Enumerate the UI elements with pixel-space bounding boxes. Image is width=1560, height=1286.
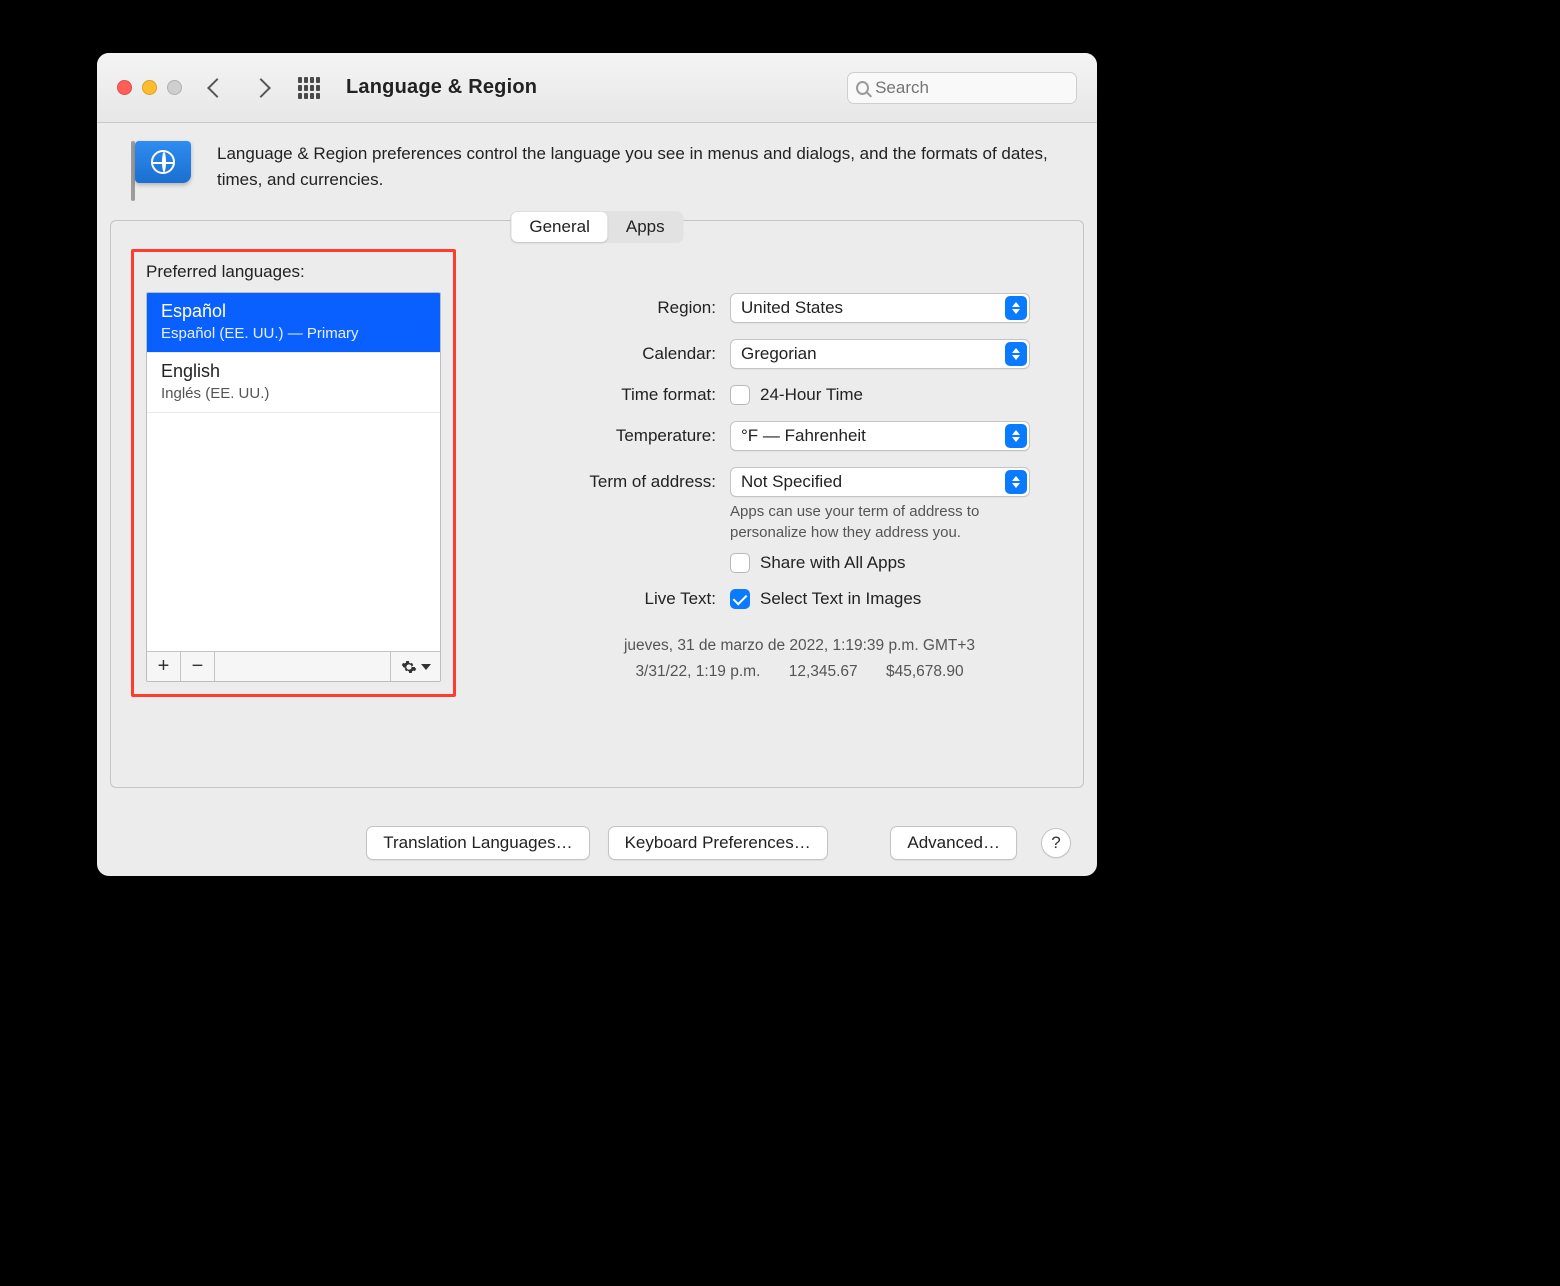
- search-field[interactable]: [847, 72, 1077, 104]
- temperature-label: Temperature:: [536, 426, 716, 446]
- general-pane: Preferred languages: Español Español (EE…: [97, 229, 1097, 711]
- sample-number: 12,345.67: [789, 663, 858, 680]
- language-name: Español: [161, 301, 426, 322]
- language-subtitle: Inglés (EE. UU.): [161, 385, 426, 402]
- live-text-option-label: Select Text in Images: [760, 589, 921, 609]
- language-item[interactable]: Español Español (EE. UU.) — Primary: [147, 293, 440, 353]
- language-actions-button[interactable]: [390, 652, 440, 681]
- chevron-down-icon: [421, 664, 431, 670]
- term-of-address-popup[interactable]: Not Specified: [730, 467, 1030, 497]
- live-text-label: Live Text:: [536, 589, 716, 609]
- nav-buttons: [210, 81, 268, 95]
- search-icon: [856, 81, 869, 95]
- window-title: Language & Region: [346, 76, 537, 99]
- popup-stepper-icon: [1005, 424, 1027, 448]
- preferred-languages-list: Español Español (EE. UU.) — Primary Engl…: [146, 292, 441, 682]
- share-all-apps-checkbox[interactable]: [730, 553, 750, 573]
- time-format-label: Time format:: [536, 385, 716, 405]
- region-value: United States: [741, 298, 843, 318]
- advanced-button[interactable]: Advanced…: [890, 826, 1017, 860]
- term-of-address-hint: Apps can use your term of address to per…: [730, 501, 1040, 543]
- language-list[interactable]: Español Español (EE. UU.) — Primary Engl…: [147, 293, 440, 651]
- sample-long-date: jueves, 31 de marzo de 2022, 1:19:39 p.m…: [536, 633, 1063, 659]
- sample-short-date: 3/31/22, 1:19 p.m.: [635, 663, 760, 680]
- format-samples: jueves, 31 de marzo de 2022, 1:19:39 p.m…: [536, 633, 1063, 686]
- share-all-apps-label: Share with All Apps: [760, 553, 906, 573]
- calendar-value: Gregorian: [741, 344, 817, 364]
- calendar-label: Calendar:: [536, 344, 716, 364]
- back-button[interactable]: [207, 78, 227, 98]
- titlebar: Language & Region: [97, 53, 1097, 123]
- term-of-address-label: Term of address:: [536, 472, 716, 492]
- gear-icon: [401, 659, 417, 675]
- show-all-button[interactable]: [298, 77, 320, 99]
- language-name: English: [161, 361, 426, 382]
- temperature-popup[interactable]: °F — Fahrenheit: [730, 421, 1030, 451]
- window-controls: [117, 80, 182, 95]
- remove-language-button[interactable]: −: [181, 652, 215, 681]
- zoom-window-button[interactable]: [167, 80, 182, 95]
- term-of-address-value: Not Specified: [741, 472, 842, 492]
- language-list-toolbar: + −: [147, 651, 440, 681]
- sample-currency: $45,678.90: [886, 663, 964, 680]
- temperature-value: °F — Fahrenheit: [741, 426, 866, 446]
- footer: Translation Languages… Keyboard Preferen…: [97, 826, 1097, 860]
- language-region-icon: [123, 141, 191, 201]
- add-language-button[interactable]: +: [147, 652, 181, 681]
- help-button[interactable]: ?: [1041, 828, 1071, 858]
- preferred-languages-section: Preferred languages: Español Español (EE…: [131, 249, 456, 697]
- popup-stepper-icon: [1005, 342, 1027, 366]
- region-popup[interactable]: United States: [730, 293, 1030, 323]
- header: Language & Region preferences control th…: [97, 123, 1097, 211]
- region-label: Region:: [536, 298, 716, 318]
- close-window-button[interactable]: [117, 80, 132, 95]
- keyboard-preferences-button[interactable]: Keyboard Preferences…: [608, 826, 828, 860]
- 24hour-label: 24-Hour Time: [760, 385, 863, 405]
- preferred-languages-label: Preferred languages:: [146, 262, 441, 282]
- calendar-popup[interactable]: Gregorian: [730, 339, 1030, 369]
- highlight-box: Preferred languages: Español Español (EE…: [131, 249, 456, 697]
- search-input[interactable]: [875, 78, 1068, 98]
- language-item[interactable]: English Inglés (EE. UU.): [147, 353, 440, 413]
- popup-stepper-icon: [1005, 296, 1027, 320]
- live-text-checkbox[interactable]: [730, 589, 750, 609]
- forward-button[interactable]: [251, 78, 271, 98]
- minimize-window-button[interactable]: [142, 80, 157, 95]
- settings-section: Region: United States Calendar: Gregoria…: [536, 249, 1063, 697]
- translation-languages-button[interactable]: Translation Languages…: [366, 826, 589, 860]
- language-subtitle: Español (EE. UU.) — Primary: [161, 325, 426, 342]
- header-description: Language & Region preferences control th…: [217, 141, 1071, 192]
- 24hour-checkbox[interactable]: [730, 385, 750, 405]
- preferences-window: Language & Region Language & Region pref…: [97, 53, 1097, 876]
- popup-stepper-icon: [1005, 470, 1027, 494]
